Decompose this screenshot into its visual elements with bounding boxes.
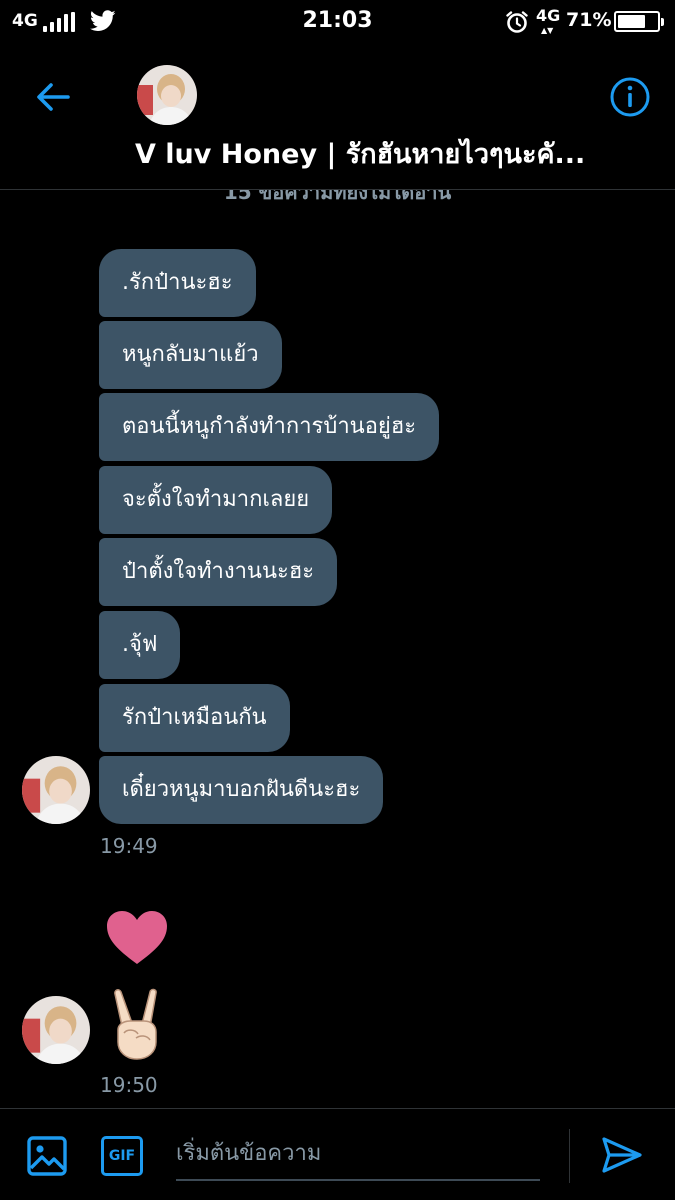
victory-hand-emoji[interactable] [106,986,166,1062]
contact-avatar[interactable] [137,65,197,125]
message-bubble[interactable]: หนูกลับมาแย้ว [99,321,282,389]
message-input[interactable] [176,1127,540,1181]
send-icon[interactable] [600,1135,644,1175]
message-bubble[interactable]: .รักป๋านะฮะ [99,249,256,317]
message-bubble[interactable]: ตอนนี้หนูกำลังทำการบ้านอยู่ฮะ [99,393,440,461]
alarm-icon [506,11,528,33]
conversation-header: V luv Honey | รักฮันหายไวๆนะคั... [0,44,675,190]
back-arrow-icon[interactable] [30,74,76,120]
image-icon[interactable] [26,1135,68,1177]
message-bubble[interactable]: .จุ้ฟ [99,611,181,679]
message-bubble[interactable]: ป๋าตั้งใจทำงานนะฮะ [99,538,338,606]
message-bubble[interactable]: รักป๋าเหมือนกัน [99,684,290,752]
message-timestamp: 19:50 [100,1073,158,1097]
message-bubble[interactable]: จะตั้งใจทำมากเลยย [99,466,333,534]
message-bubble[interactable]: เดี๋ยวหนูมาบอกฝันดีนะฮะ [99,756,384,824]
message-timestamp: 19:49 [100,834,158,858]
battery-fill [618,15,645,28]
status-bar: 4G 21:03 4G ▲▼ 71% [0,0,675,44]
avatar-photo [22,996,90,1064]
data-arrows-icon: ▲▼ [541,26,554,35]
gif-button[interactable]: GIF [101,1136,143,1176]
heart-emoji[interactable] [104,908,170,968]
composer-divider [569,1129,570,1183]
message-composer: GIF [0,1108,675,1200]
sender-avatar[interactable] [22,996,90,1064]
battery-percent: 71% [566,9,612,31]
network-type-secondary: 4G [536,6,561,25]
info-icon[interactable] [607,74,653,120]
battery-icon [614,11,664,32]
sender-avatar[interactable] [22,756,90,824]
conversation-title[interactable]: V luv Honey | รักฮันหายไวๆนะคั... [135,132,595,175]
avatar-photo [137,65,197,125]
avatar-photo [22,756,90,824]
